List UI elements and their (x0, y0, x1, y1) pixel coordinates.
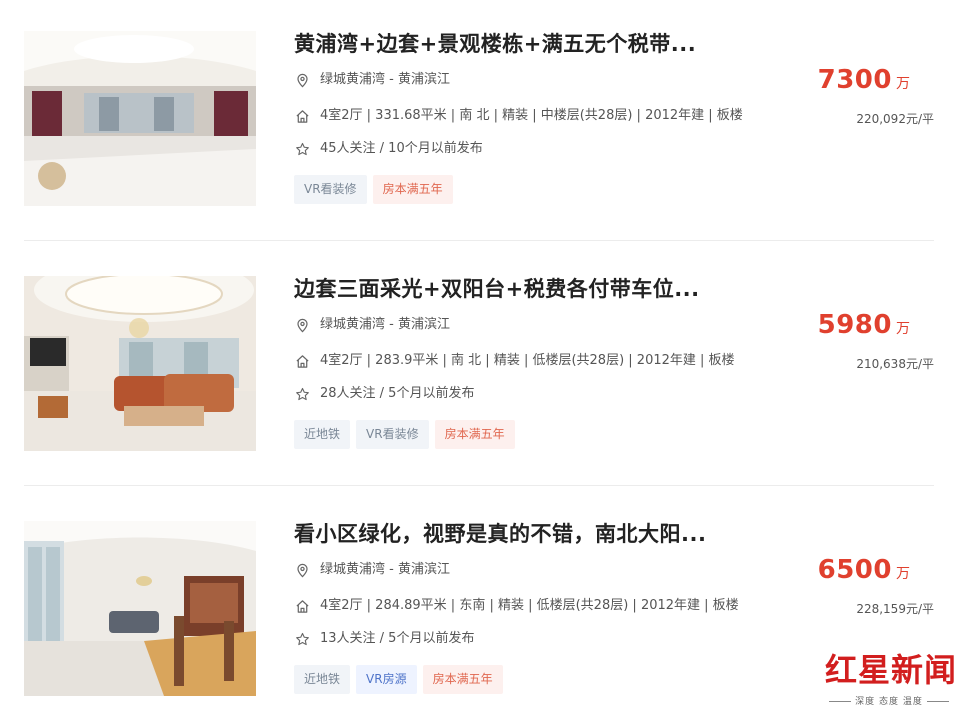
price-number: 6500 (817, 555, 892, 585)
info-text: 4室2厅 | 283.9平米 | 南 北 | 精装 | 低楼层(共28层) | … (320, 353, 735, 368)
follow-text: 13人关注 / 5个月以前发布 (320, 631, 475, 646)
location-text[interactable]: 绿城黄浦湾 - 黄浦滨江 (320, 315, 450, 335)
listing-photo[interactable] (24, 31, 256, 206)
listing-follow: 13人关注 / 5个月以前发布 (294, 629, 474, 649)
listing-card[interactable]: 黄浦湾+边套+景观楼栋+满五无个税带... 绿城黄浦湾 - 黄浦滨江 4室2厅 … (24, 31, 934, 206)
tag-vr-decoration[interactable]: VR看装修 (356, 420, 429, 449)
tag-near-subway[interactable]: 近地铁 (294, 665, 351, 694)
tag-list: VR看装修 房本满五年 (294, 175, 453, 204)
listing-photo[interactable] (24, 521, 256, 696)
news-watermark-logo: 红星新闻 深度 态度 温度 (825, 650, 958, 716)
listing-follow: 28人关注 / 5个月以前发布 (294, 384, 474, 404)
price-unit: 万 (896, 321, 910, 337)
price-number: 7300 (817, 65, 892, 95)
location-text[interactable]: 绿城黄浦湾 - 黄浦滨江 (320, 560, 450, 580)
listing-title[interactable]: 看小区绿化，视野是真的不错，南北大阳... (294, 521, 814, 547)
tag-five-years[interactable]: 房本满五年 (434, 420, 515, 449)
unit-price: 220,092元/平 (856, 112, 934, 126)
total-price: 7300 万 (818, 65, 910, 95)
tag-list: 近地铁 VR房源 房本满五年 (294, 665, 503, 694)
listing-list: 黄浦湾+边套+景观楼栋+满五无个税带... 绿城黄浦湾 - 黄浦滨江 4室2厅 … (0, 0, 960, 721)
listing-title[interactable]: 黄浦湾+边套+景观楼栋+满五无个税带... (294, 31, 814, 57)
total-price: 5980 万 (818, 310, 910, 340)
star-icon (294, 141, 310, 157)
house-icon (294, 598, 310, 614)
listing-info: 4室2厅 | 283.9平米 | 南 北 | 精装 | 低楼层(共28层) | … (294, 351, 735, 371)
watermark-title: 红星新闻 (825, 651, 958, 689)
info-text: 4室2厅 | 331.68平米 | 南 北 | 精装 | 中楼层(共28层) |… (320, 108, 743, 123)
listing-photo[interactable] (24, 276, 256, 451)
follow-text: 45人关注 / 10个月以前发布 (320, 141, 483, 156)
listing-location: 绿城黄浦湾 - 黄浦滨江 (294, 315, 450, 335)
listing-info: 4室2厅 | 331.68平米 | 南 北 | 精装 | 中楼层(共28层) |… (294, 106, 743, 126)
unit-price: 228,159元/平 (856, 602, 934, 616)
location-pin-icon (294, 72, 310, 88)
listing-title[interactable]: 边套三面采光+双阳台+税费各付带车位... (294, 276, 814, 302)
listing-location: 绿城黄浦湾 - 黄浦滨江 (294, 560, 450, 580)
listing-info: 4室2厅 | 284.89平米 | 东南 | 精装 | 低楼层(共28层) | … (294, 596, 739, 616)
price-unit: 万 (896, 76, 910, 92)
star-icon (294, 631, 310, 647)
tag-near-subway[interactable]: 近地铁 (294, 420, 351, 449)
total-price: 6500 万 (818, 555, 910, 585)
divider (24, 485, 934, 486)
divider (24, 240, 934, 241)
watermark-slogan: 深度 态度 温度 (825, 694, 953, 707)
house-icon (294, 108, 310, 124)
tag-five-years[interactable]: 房本满五年 (372, 175, 453, 204)
tag-list: 近地铁 VR看装修 房本满五年 (294, 420, 515, 449)
location-text[interactable]: 绿城黄浦湾 - 黄浦滨江 (320, 70, 450, 90)
unit-price: 210,638元/平 (856, 357, 934, 371)
house-icon (294, 353, 310, 369)
price-number: 5980 (817, 310, 892, 340)
tag-vr-listing[interactable]: VR房源 (356, 665, 417, 694)
star-icon (294, 386, 310, 402)
location-pin-icon (294, 317, 310, 333)
tag-vr-decoration[interactable]: VR看装修 (294, 175, 367, 204)
listing-card[interactable]: 边套三面采光+双阳台+税费各付带车位... 绿城黄浦湾 - 黄浦滨江 4室2厅 … (24, 276, 934, 451)
listing-location: 绿城黄浦湾 - 黄浦滨江 (294, 70, 450, 90)
info-text: 4室2厅 | 284.89平米 | 东南 | 精装 | 低楼层(共28层) | … (320, 598, 739, 613)
location-pin-icon (294, 562, 310, 578)
price-unit: 万 (896, 566, 910, 582)
listing-card[interactable]: 看小区绿化，视野是真的不错，南北大阳... 绿城黄浦湾 - 黄浦滨江 4室2厅 … (24, 521, 934, 696)
tag-five-years[interactable]: 房本满五年 (422, 665, 503, 694)
listing-follow: 45人关注 / 10个月以前发布 (294, 139, 483, 159)
follow-text: 28人关注 / 5个月以前发布 (320, 386, 475, 401)
